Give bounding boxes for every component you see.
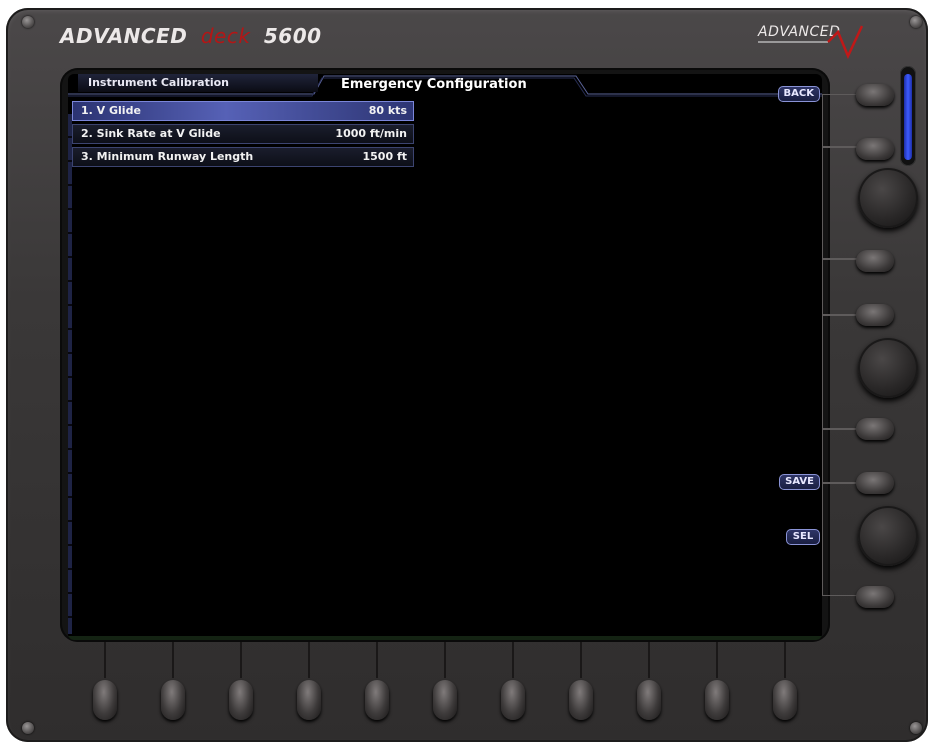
bottom-softkey-5[interactable] <box>365 680 389 720</box>
screw-top-left <box>22 16 34 28</box>
bottom-tick <box>580 642 582 678</box>
bottom-tick <box>308 642 310 678</box>
bottom-tick <box>716 642 718 678</box>
brand-prefix: ADVANCED <box>60 24 188 48</box>
back-softkey-label[interactable]: BACK <box>777 86 820 102</box>
bottom-softkey-8[interactable] <box>569 680 593 720</box>
brand-model: 5600 <box>263 24 322 48</box>
bottom-softkey-2[interactable] <box>161 680 185 720</box>
bottom-tick <box>240 642 242 678</box>
bottom-softkey-11[interactable] <box>773 680 797 720</box>
left-rail <box>68 114 72 634</box>
right-softkey-5[interactable] <box>856 418 894 440</box>
setting-row-min-runway[interactable]: 3. Minimum Runway Length 1500 ft <box>72 147 414 167</box>
bottom-softkey-6[interactable] <box>433 680 457 720</box>
bracket-1 <box>822 94 859 148</box>
bottom-strip <box>68 636 822 640</box>
setting-label: 1. V Glide <box>81 104 141 117</box>
right-softkey-4[interactable] <box>856 304 894 326</box>
right-softkey-save[interactable] <box>856 472 894 494</box>
right-softkey-3[interactable] <box>856 250 894 272</box>
bottom-tick <box>784 642 786 678</box>
settings-list: 1. V Glide 80 kts 2. Sink Rate at V Glid… <box>72 101 414 170</box>
bottom-softkey-3[interactable] <box>229 680 253 720</box>
display-screen: Instrument Calibration Emergency Configu… <box>68 74 822 640</box>
bottom-tick <box>172 642 174 678</box>
bottom-softkey-4[interactable] <box>297 680 321 720</box>
setting-row-v-glide[interactable]: 1. V Glide 80 kts <box>72 101 414 121</box>
bottom-softkey-10[interactable] <box>705 680 729 720</box>
save-softkey-label[interactable]: SAVE <box>779 474 820 490</box>
knob-lower[interactable] <box>858 506 918 566</box>
knob-middle[interactable] <box>858 338 918 398</box>
bracket-3 <box>822 258 859 316</box>
tab-emergency-configuration[interactable]: Emergency Configuration <box>313 74 573 96</box>
setting-value: 80 kts <box>368 104 407 117</box>
brand-middle: deck <box>200 24 251 48</box>
bottom-softkey-1[interactable] <box>93 680 117 720</box>
device-brand: ADVANCED deck 5600 <box>60 24 322 48</box>
setting-value: 1500 ft <box>362 150 408 163</box>
slider-fill <box>904 74 912 160</box>
brand-logo: ADVANCED <box>758 22 868 60</box>
bottom-tick <box>648 642 650 678</box>
bottom-tick <box>444 642 446 678</box>
setting-label: 2. Sink Rate at V Glide <box>81 127 221 140</box>
screw-bottom-right <box>910 722 922 734</box>
right-softkey-2[interactable] <box>856 138 894 160</box>
setting-value: 1000 ft/min <box>335 127 407 140</box>
right-softkey-1[interactable] <box>856 84 894 106</box>
bottom-tick <box>104 642 106 678</box>
right-softkey-6[interactable] <box>856 586 894 608</box>
screw-bottom-left <box>22 722 34 734</box>
logo-zigzag-icon <box>758 25 864 60</box>
tab-instrument-calibration[interactable]: Instrument Calibration <box>78 74 318 92</box>
screw-top-right <box>910 16 922 28</box>
bracket-2 <box>822 146 859 260</box>
bottom-tick <box>376 642 378 678</box>
bottom-tick <box>512 642 514 678</box>
sel-softkey-label[interactable]: SEL <box>786 529 820 545</box>
bottom-softkey-9[interactable] <box>637 680 661 720</box>
brightness-slider[interactable] <box>900 66 916 166</box>
setting-label: 3. Minimum Runway Length <box>81 150 254 163</box>
setting-row-sink-rate[interactable]: 2. Sink Rate at V Glide 1000 ft/min <box>72 124 414 144</box>
bracket-4 <box>822 314 859 430</box>
bottom-softkey-7[interactable] <box>501 680 525 720</box>
bracket-6 <box>822 482 859 596</box>
bracket-5 <box>822 428 859 484</box>
knob-upper[interactable] <box>858 168 918 228</box>
